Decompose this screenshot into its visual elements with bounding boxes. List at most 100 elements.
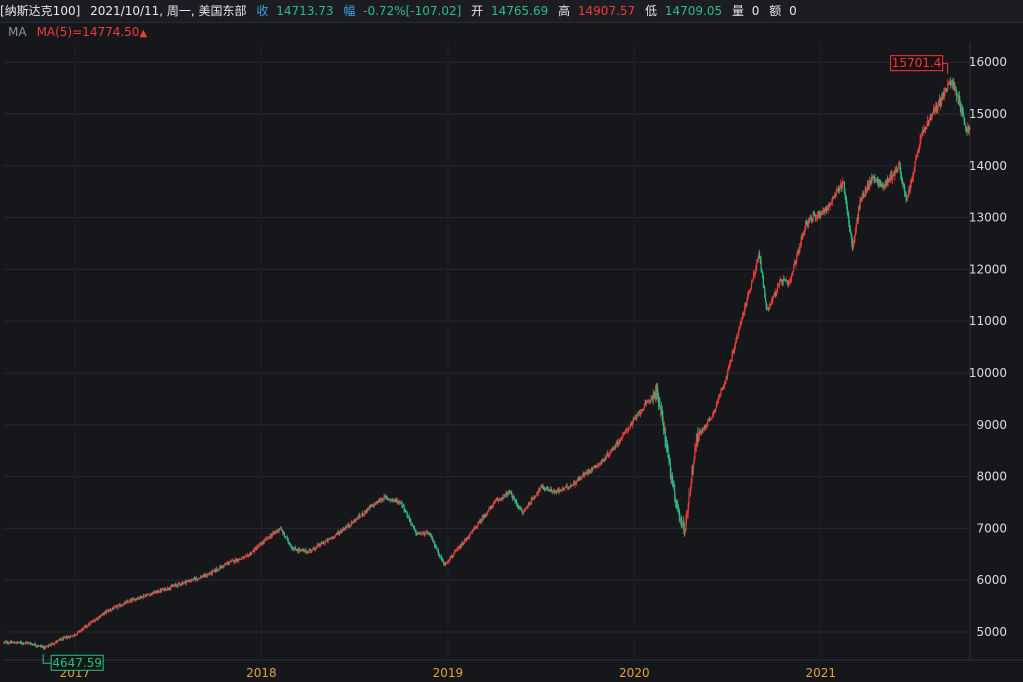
- candle-body: [431, 535, 433, 538]
- candle-body: [572, 484, 574, 486]
- candle-body: [829, 204, 831, 206]
- candlestick-chart[interactable]: 5000 6000 7000 8000 9000 10000 11000 12000 13000…: [0, 0, 1023, 682]
- candle-body: [925, 126, 927, 129]
- candle-body: [57, 640, 59, 642]
- candle-body: [176, 585, 178, 587]
- candle-body: [202, 576, 204, 578]
- candle-body: [419, 532, 421, 535]
- candle-body: [860, 199, 863, 201]
- candle-body: [946, 89, 948, 91]
- candle-body: [45, 646, 47, 648]
- candle-body: [228, 562, 230, 564]
- candle-body: [931, 114, 933, 117]
- candle-body: [134, 598, 136, 601]
- candle-body: [556, 491, 558, 493]
- candle-body: [814, 214, 816, 216]
- candle-body: [399, 502, 402, 504]
- low-marker-leader: [42, 654, 52, 664]
- candle-body: [869, 180, 872, 183]
- candle-body: [524, 508, 526, 510]
- candle-body: [130, 600, 132, 602]
- candle-body: [519, 507, 521, 509]
- candle-body: [593, 465, 596, 468]
- candle-body: [756, 263, 758, 269]
- candle-body: [149, 594, 152, 596]
- candle-body: [812, 215, 814, 222]
- candle-body: [239, 558, 241, 560]
- candle-body: [237, 560, 239, 562]
- candle-body: [695, 439, 698, 445]
- candle-body: [930, 116, 933, 120]
- candle-body: [707, 419, 709, 422]
- candle-body: [170, 587, 172, 589]
- quote-date: 2021/10/11, 周一, 美国东部: [90, 4, 247, 18]
- candle-body: [538, 488, 541, 491]
- candle-body: [276, 530, 278, 533]
- candle-body: [494, 500, 496, 503]
- candle-body: [570, 484, 573, 486]
- candle-body: [202, 576, 204, 578]
- candle-body: [149, 594, 151, 596]
- candle-body: [665, 440, 667, 442]
- candle-body: [706, 421, 709, 426]
- candle-body: [945, 88, 947, 90]
- candle-body: [101, 613, 103, 616]
- candle-body: [223, 565, 225, 566]
- candle-body: [38, 645, 40, 647]
- candle-body: [257, 546, 260, 548]
- candle-body: [860, 199, 862, 201]
- candle-body: [356, 518, 358, 519]
- candle-body: [967, 127, 969, 133]
- ma-label[interactable]: MA: [8, 25, 27, 39]
- candle-body: [14, 643, 16, 644]
- candle-body: [249, 553, 251, 555]
- candle-body: [632, 419, 634, 423]
- high-label: 高: [558, 4, 571, 18]
- candle-body: [460, 545, 463, 548]
- candle-body: [269, 535, 271, 538]
- candle-body: [332, 536, 335, 538]
- candle-body: [518, 507, 521, 509]
- candle-body: [140, 596, 142, 597]
- candle-body: [744, 306, 746, 313]
- candle-body: [493, 502, 495, 503]
- candle-body: [605, 457, 607, 459]
- candle-body: [657, 387, 659, 393]
- candle-body: [535, 494, 538, 496]
- candle-body: [583, 473, 585, 476]
- candle-body: [922, 131, 924, 133]
- candle-body: [251, 551, 254, 553]
- candle-body: [405, 511, 407, 513]
- candle-body: [3, 642, 5, 643]
- candle-body: [781, 279, 783, 282]
- candle-body: [794, 262, 796, 264]
- candle-body: [370, 506, 372, 507]
- candle-body: [532, 498, 534, 500]
- candle-body: [259, 543, 261, 545]
- candle-body: [883, 184, 885, 188]
- candle-body: [690, 481, 692, 488]
- candle-body: [662, 416, 664, 426]
- candle-body: [793, 262, 796, 266]
- candle-body: [815, 217, 817, 219]
- candle-body: [411, 524, 413, 526]
- candle-body: [68, 636, 71, 638]
- candle-body: [250, 552, 252, 555]
- candle-body: [441, 559, 443, 561]
- symbol-name[interactable]: [纳斯达克100]: [0, 4, 80, 18]
- candle-body: [483, 515, 485, 520]
- candle-body: [507, 491, 509, 495]
- candle-body: [103, 613, 105, 615]
- candle-body: [588, 469, 590, 473]
- candle-body: [79, 630, 81, 632]
- candle-body: [799, 245, 801, 252]
- candle-body: [305, 549, 307, 553]
- candle-body: [817, 211, 819, 216]
- candle-body: [808, 219, 811, 221]
- candle-body: [54, 643, 56, 645]
- candle-body: [369, 506, 371, 509]
- y-tick-label: 16000: [969, 55, 1007, 69]
- candle-body: [390, 499, 393, 500]
- candle-body: [852, 242, 854, 250]
- candle-body: [253, 550, 255, 552]
